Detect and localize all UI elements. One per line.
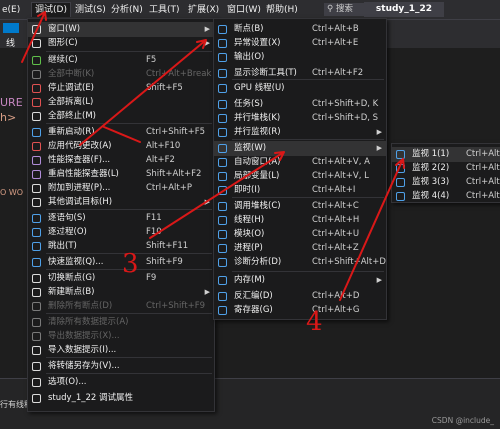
red-arrow-2 <box>79 39 207 146</box>
red-arrow-1 <box>21 11 47 63</box>
annotation-layer: 3 4 <box>21 11 405 337</box>
annotation-number-4: 4 <box>306 307 323 337</box>
watermark: CSDN @include_ <box>431 416 494 425</box>
red-arrow-3 <box>149 151 285 239</box>
red-underline-1 <box>103 126 141 143</box>
annotation-number-3: 3 <box>122 249 139 279</box>
red-arrow-4 <box>339 158 405 301</box>
